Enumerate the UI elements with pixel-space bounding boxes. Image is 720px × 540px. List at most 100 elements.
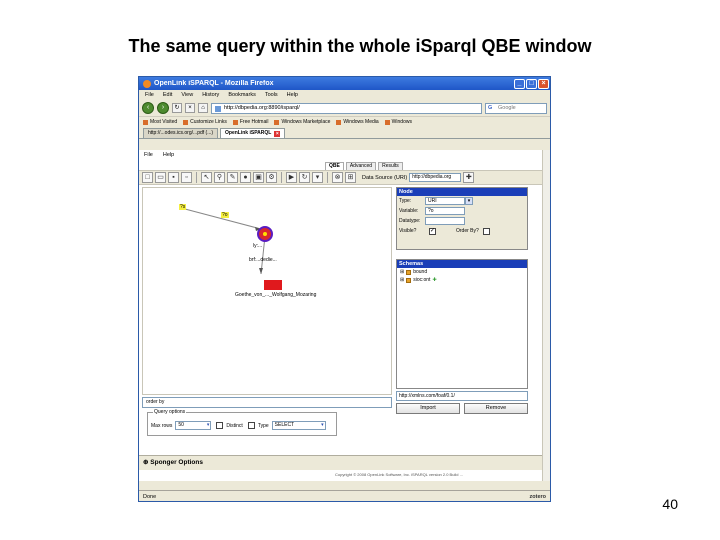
menu-history[interactable]: History	[202, 92, 219, 98]
sponger-options-bar[interactable]: ⊕ Sponger Options	[139, 455, 550, 470]
menu-edit[interactable]: Edit	[163, 92, 172, 98]
bookmark-item[interactable]: Windows	[384, 119, 412, 125]
group-icon[interactable]: ▣	[253, 172, 264, 183]
qbe-tabs: QBE Advanced Results	[325, 162, 403, 170]
app-menu-help[interactable]: Help	[163, 152, 174, 158]
menu-tools[interactable]: Tools	[265, 92, 278, 98]
tab-results[interactable]: Results	[378, 162, 403, 170]
bookmark-item[interactable]: Windows Marketplace	[274, 119, 330, 125]
expand-icon[interactable]: ⊞	[400, 277, 404, 283]
edge-arrow	[259, 268, 263, 274]
bookmark-item[interactable]: Windows Media	[336, 119, 379, 125]
close-tab-icon[interactable]: ×	[274, 130, 281, 137]
search-icon[interactable]: ⚲	[214, 172, 225, 183]
schemas-panel: Schemas ⊞ bound ⊞ sioc:ont ✚	[396, 259, 528, 389]
browser-tabs: http://...odes.ics.org/...pdf (...) Open…	[139, 127, 550, 139]
orderby-checkbox[interactable]	[482, 227, 490, 235]
type-select[interactable]: URI	[425, 197, 465, 205]
reload-icon[interactable]: ↻	[172, 103, 182, 113]
vertical-scrollbar[interactable]	[542, 150, 550, 481]
query-options-group: Query options Max rows 50 Distinct Type …	[147, 409, 337, 436]
graph-resource-node[interactable]	[264, 280, 282, 290]
tab-qbe[interactable]: QBE	[325, 162, 344, 170]
app-menu-file[interactable]: File	[144, 152, 153, 158]
node-icon[interactable]: ●	[240, 172, 251, 183]
bookmark-icon	[336, 119, 342, 125]
stop-icon[interactable]: ×	[185, 103, 195, 113]
refresh-icon[interactable]: ↻	[299, 172, 310, 183]
select-icon[interactable]: ↖	[201, 172, 212, 183]
visible-checkbox[interactable]: ✓	[429, 227, 436, 235]
close-icon[interactable]: ×	[538, 78, 549, 89]
layout-icon[interactable]: ⊞	[345, 172, 356, 183]
bookmark-item[interactable]: Customize Links	[183, 119, 227, 125]
dropdown-icon[interactable]: ▾	[312, 172, 323, 183]
add-source-icon[interactable]: ✚	[463, 172, 475, 183]
qbe-toolbar: □ ▭ ▪ ▫ ↖ ⚲ ✎ ● ▣ ⚙ ▶ ↻ ▾ ⊗ ⊞ Data Sourc…	[139, 170, 550, 185]
copyright-footer: Copyright © 2008 OpenLink Software, Inc.…	[335, 472, 463, 477]
browser-window: OpenLink iSPARQL - Mozilla Firefox _ □ ×…	[138, 76, 551, 502]
new-icon[interactable]: □	[142, 172, 153, 183]
bookmark-item[interactable]: Most Visited	[143, 119, 177, 125]
datatype-input[interactable]	[425, 217, 465, 225]
qbe-graph-canvas[interactable]: ?s ?o ly:... brf:...dedie... Goethe_von_…	[142, 187, 392, 395]
distinct-checkbox[interactable]	[216, 422, 224, 429]
graph-edge-label: brf:...dedie...	[249, 257, 277, 263]
order-by-input[interactable]: order by	[142, 397, 392, 408]
home-icon[interactable]: ⌂	[198, 103, 208, 113]
import-button[interactable]: Import	[396, 403, 460, 414]
url-input[interactable]: http://dbpedia.org:8890/isparql/	[211, 102, 482, 114]
menu-bookmarks[interactable]: Bookmarks	[228, 92, 256, 98]
schema-url-input[interactable]: http://xmlns.com/foaf/0.1/	[396, 391, 528, 401]
menu-file[interactable]: File	[145, 92, 154, 98]
variable-input[interactable]: ?o	[425, 207, 465, 215]
bookmark-icon	[384, 119, 390, 125]
tab-isparql[interactable]: OpenLink iSPARQL ×	[220, 128, 286, 138]
menu-view[interactable]: View	[181, 92, 193, 98]
open-icon[interactable]: ▭	[155, 172, 166, 183]
clear-icon[interactable]: ⊗	[332, 172, 343, 183]
max-rows-select[interactable]: 50	[175, 421, 212, 430]
app-menubar: File Help	[139, 150, 550, 160]
visible-label: Visible?	[399, 228, 417, 234]
data-source-input[interactable]: http://dbpedia.org	[409, 173, 462, 182]
toolbar-separator	[327, 172, 328, 183]
query-type-select[interactable]: SELECT	[271, 421, 326, 430]
visible-row: Visible? ✓ Order By?	[397, 226, 527, 236]
run-icon[interactable]: ▶	[286, 172, 297, 183]
schema-item[interactable]: ⊞ sioc:ont ✚	[397, 276, 527, 284]
search-input[interactable]: Google	[485, 102, 547, 114]
graph-node-var-s[interactable]: ?s	[179, 204, 187, 210]
bookmark-icon	[143, 119, 148, 125]
type-checkbox[interactable]	[247, 422, 255, 429]
remove-button[interactable]: Remove	[464, 403, 528, 414]
browser-menubar: File Edit View History Bookmarks Tools H…	[139, 90, 550, 100]
bookmark-icon	[232, 119, 238, 125]
tab-advanced[interactable]: Advanced	[345, 162, 377, 170]
toolbar-separator	[196, 172, 197, 183]
type-label: Type	[257, 422, 269, 429]
save-as-icon[interactable]: ▫	[181, 172, 192, 183]
save-icon[interactable]: ▪	[168, 172, 179, 183]
schema-buttons: Import Remove	[396, 403, 528, 414]
type-row: Type: URI ▾	[397, 196, 527, 206]
tab-pdf[interactable]: http://...odes.ics.org/...pdf (...)	[143, 128, 219, 138]
settings-icon[interactable]: ⚙	[266, 172, 277, 183]
forward-icon[interactable]: ›	[157, 102, 169, 114]
zotero-addon[interactable]: zotero	[530, 494, 547, 500]
minimize-icon[interactable]: _	[514, 78, 525, 89]
bookmark-item[interactable]: Free Hotmail	[232, 119, 268, 125]
graph-edge-label: ly:...	[253, 243, 263, 249]
edit-icon[interactable]: ✎	[227, 172, 238, 183]
schema-item[interactable]: ⊞ bound	[397, 268, 527, 276]
variable-row: Variable: ?o	[397, 206, 527, 216]
chevron-down-icon[interactable]: ▾	[465, 197, 473, 205]
back-icon[interactable]: ‹	[142, 102, 154, 114]
schema-icon	[406, 277, 412, 283]
add-icon[interactable]: ✚	[432, 277, 436, 283]
maximize-icon[interactable]: □	[526, 78, 537, 89]
graph-node-var-o[interactable]: ?o	[221, 212, 229, 218]
expand-icon[interactable]: ⊞	[400, 269, 404, 275]
schemas-title: Schemas	[397, 260, 527, 268]
menu-help[interactable]: Help	[287, 92, 298, 98]
